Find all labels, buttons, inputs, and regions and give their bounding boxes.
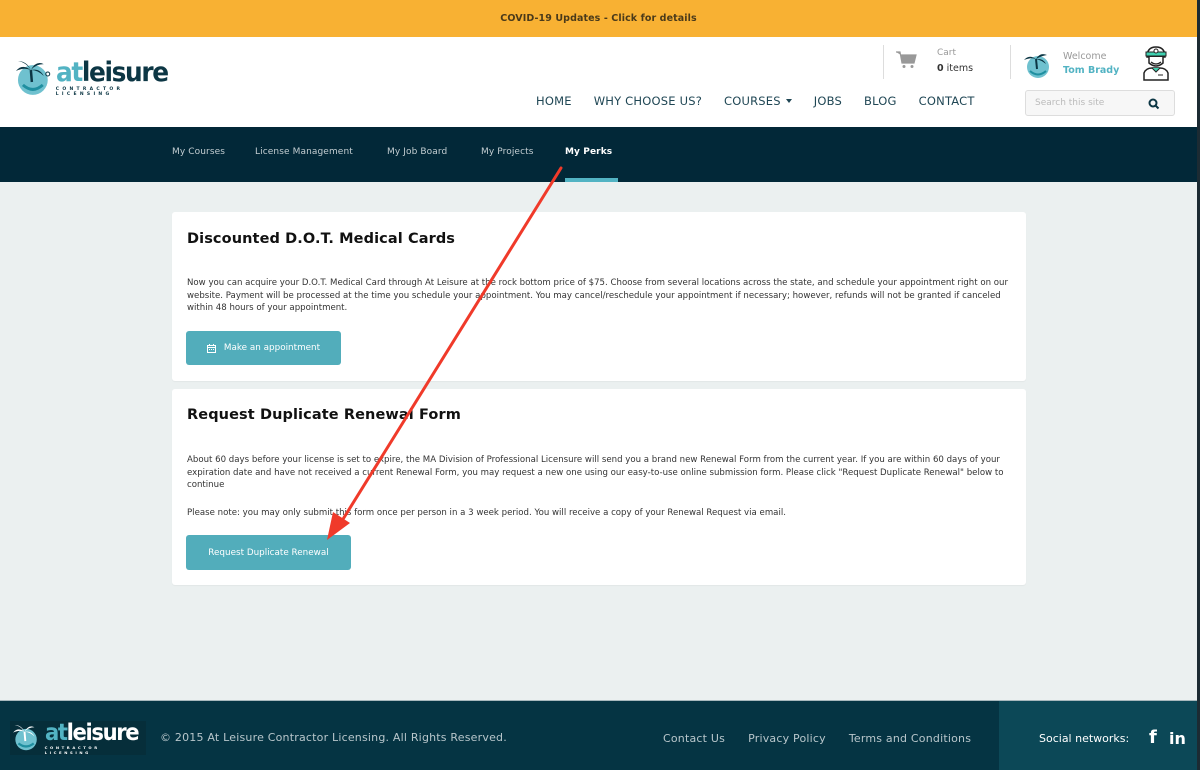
search-box	[1025, 90, 1175, 116]
panel-title: Request Duplicate Renewal Form	[187, 407, 461, 423]
logo-at: at	[44, 720, 68, 746]
panel-body: About 60 days before your license is set…	[187, 455, 1004, 490]
copyright: © 2015 At Leisure Contractor Licensing. …	[160, 731, 507, 744]
make-appointment-label: Make an appointment	[223, 343, 321, 353]
footer-logo[interactable]: atleisure CONTRACTOR LICENSING	[10, 721, 146, 755]
dot-medical-card-panel: Discounted D.O.T. Medical Cards Now you …	[172, 212, 1026, 381]
nav-home-label: HOME	[536, 94, 572, 108]
welcome-label: Welcome	[1063, 51, 1107, 62]
nav-contact[interactable]: CONTACT	[919, 94, 975, 108]
subnav-license-management[interactable]: License Management	[255, 147, 353, 157]
main-nav: HOME WHY CHOOSE US? COURSES JOBS BLOG CO…	[536, 94, 997, 108]
social-networks: Social networks: f in	[999, 701, 1197, 770]
palm-logo-icon	[13, 724, 37, 751]
logo-subtitle: CONTRACTOR LICENSING	[44, 745, 100, 755]
cart-count-number: 0	[937, 63, 944, 74]
make-appointment-button[interactable]: Make an appointment	[186, 331, 341, 365]
logo-leisure: leisure	[66, 720, 139, 746]
cart-icon[interactable]	[896, 51, 918, 69]
cart-count: 0 items	[937, 63, 973, 74]
linkedin-icon[interactable]: in	[1169, 729, 1186, 748]
calendar-icon	[206, 343, 216, 353]
user-avatar-icon[interactable]	[1141, 44, 1171, 82]
header: atleisure CONTRACTOR LICENSING Cart 0 it…	[0, 37, 1197, 127]
cart[interactable]: Cart 0 items	[883, 45, 1011, 79]
search-input[interactable]	[1035, 98, 1145, 108]
nav-jobs-label: JOBS	[813, 94, 843, 108]
logo-text: atleisure CONTRACTOR LICENSING	[55, 57, 184, 98]
nav-contact-label: CONTACT	[918, 94, 975, 108]
panel-note: Please note: you may only submit this fo…	[187, 508, 786, 518]
cart-count-suffix: items	[943, 63, 974, 74]
footer-links: Contact Us Privacy Policy Terms and Cond…	[663, 732, 994, 745]
account-subnav: My Courses License Management My Job Boa…	[0, 127, 1197, 182]
nav-courses[interactable]: COURSES	[724, 94, 792, 108]
nav-home[interactable]: HOME	[536, 94, 572, 108]
panel-title: Discounted D.O.T. Medical Cards	[187, 231, 456, 247]
nav-blog[interactable]: BLOG	[864, 94, 897, 108]
panel-body: Now you can acquire your D.O.T. Medical …	[187, 278, 1009, 313]
subnav-my-perks[interactable]: My Perks	[565, 147, 612, 157]
logo-at: at	[55, 57, 83, 88]
search-icon[interactable]	[1148, 98, 1160, 110]
subnav-my-projects[interactable]: My Projects	[481, 147, 534, 157]
welcome-palm-icon	[1024, 54, 1049, 78]
cart-label: Cart	[937, 48, 957, 58]
palm-logo-icon	[15, 61, 51, 95]
social-label: Social networks:	[1039, 732, 1130, 745]
footer-privacy-policy[interactable]: Privacy Policy	[748, 732, 826, 745]
request-duplicate-renewal-label: Request Duplicate Renewal	[208, 547, 329, 558]
nav-blog-label: BLOG	[864, 94, 897, 108]
covid-banner[interactable]: COVID-19 Updates - Click for details	[0, 0, 1197, 37]
footer-contact-us[interactable]: Contact Us	[663, 732, 725, 745]
nav-why-label: WHY CHOOSE US?	[593, 94, 703, 108]
footer-terms[interactable]: Terms and Conditions	[849, 732, 971, 745]
logo-subtitle: CONTRACTOR LICENSING	[55, 87, 124, 97]
page: COVID-19 Updates - Click for details atl…	[0, 0, 1197, 770]
user-name[interactable]: Tom Brady	[1063, 65, 1119, 76]
active-tab-indicator	[565, 178, 618, 182]
duplicate-renewal-panel: Request Duplicate Renewal Form About 60 …	[172, 389, 1026, 585]
footer-logo-text: atleisure CONTRACTOR LICENSING	[45, 721, 146, 755]
nav-jobs[interactable]: JOBS	[814, 94, 842, 108]
footer: atleisure CONTRACTOR LICENSING © 2015 At…	[0, 700, 1197, 770]
logo-leisure: leisure	[81, 57, 169, 88]
subnav-my-job-board[interactable]: My Job Board	[387, 147, 447, 157]
covid-banner-text[interactable]: COVID-19 Updates - Click for details	[500, 13, 697, 24]
subnav-my-courses[interactable]: My Courses	[172, 147, 225, 157]
nav-why-choose-us[interactable]: WHY CHOOSE US?	[594, 94, 702, 108]
caret-down-icon	[785, 99, 792, 103]
site-logo[interactable]: atleisure CONTRACTOR LICENSING	[12, 55, 184, 101]
request-duplicate-renewal-button[interactable]: Request Duplicate Renewal	[186, 535, 351, 570]
nav-courses-label: COURSES	[724, 94, 781, 108]
facebook-icon[interactable]: f	[1149, 727, 1157, 748]
